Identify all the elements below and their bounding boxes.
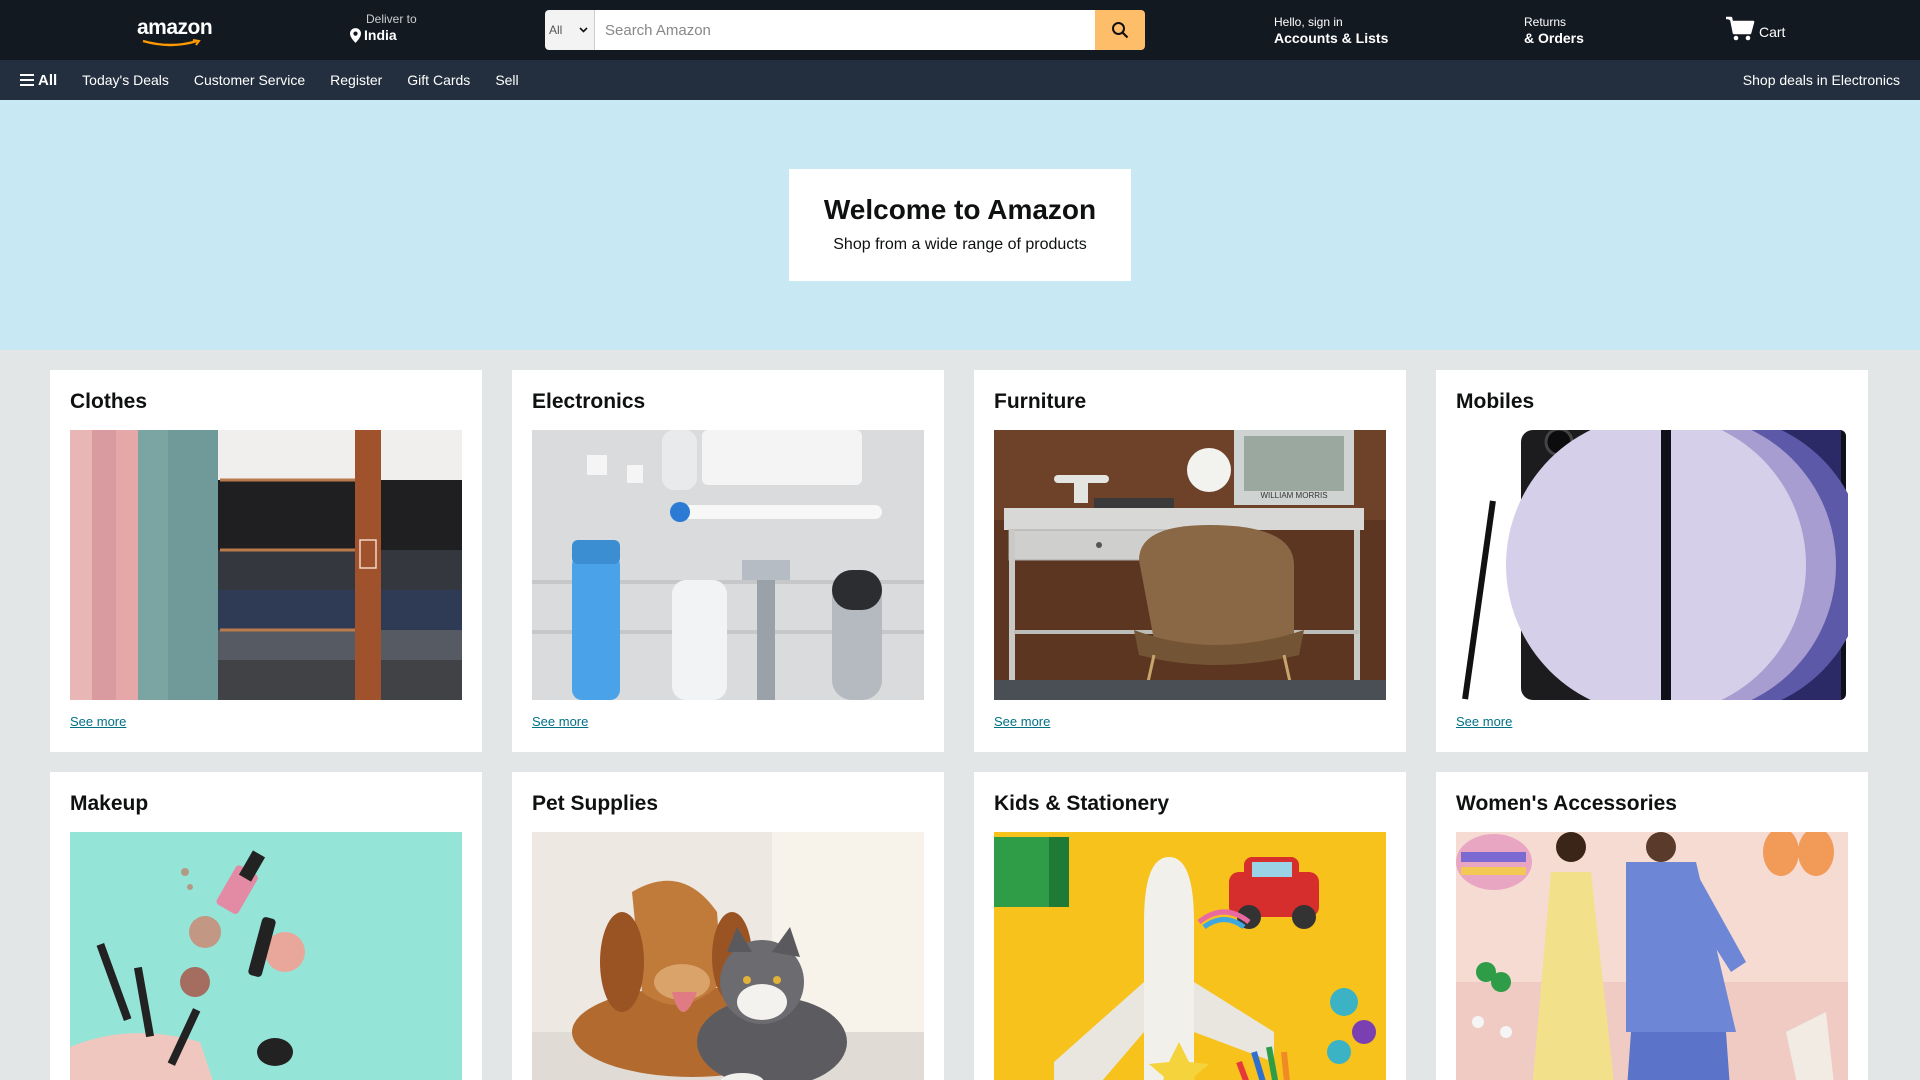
category-card-furniture: Furniture WILLIAM MORRIS See more [974,370,1406,752]
search-category-value: All [549,23,563,37]
search-input[interactable] [595,10,1095,50]
category-card-makeup: Makeup [50,772,482,1080]
card-title[interactable]: Electronics [532,390,924,414]
card-title[interactable]: Kids & Stationery [994,792,1386,816]
orders-label: & Orders [1524,30,1584,46]
hero-banner: Welcome to Amazon Shop from a wide range… [0,100,1920,350]
card-title[interactable]: Clothes [70,390,462,414]
card-title[interactable]: Mobiles [1456,390,1848,414]
category-card-womens-accessories: Women's Accessories [1436,772,1868,1080]
search-button[interactable] [1095,10,1145,50]
see-more-link[interactable]: See more [1456,714,1848,729]
card-title[interactable]: Pet Supplies [532,792,924,816]
category-card-kids-stationery: Kids & Stationery [974,772,1406,1080]
search-category-select[interactable]: All [545,10,595,50]
logo-smile-icon [142,39,201,47]
womens-accessories-image[interactable] [1456,832,1848,1080]
hero-title: Welcome to Amazon [823,194,1097,225]
all-menu-label: All [38,71,58,89]
deliver-to-label: Deliver to [366,12,417,26]
svg-text:WILLIAM MORRIS: WILLIAM MORRIS [1260,491,1327,500]
mobiles-image[interactable]: SAMSUNG [1456,430,1848,700]
pet-supplies-image[interactable] [532,832,924,1080]
nav-shop-deals-electronics[interactable]: Shop deals in Electronics [1743,72,1900,88]
hero-subtitle: Shop from a wide range of products [833,236,1087,253]
returns-label: Returns [1524,15,1567,29]
top-header: amazon Deliver to India All H [0,0,1920,60]
search-bar: All [545,10,1145,50]
account-greeting: Hello, sign in [1274,15,1343,29]
all-menu-button[interactable]: All [20,72,57,89]
electronics-image[interactable] [532,430,924,700]
cart-icon [1726,16,1755,41]
category-card-mobiles: Mobiles SAMSUNG See more [1436,370,1868,752]
see-more-link[interactable]: See more [994,714,1386,729]
nav-register[interactable]: Register [330,72,382,88]
sub-navigation: All Today's Deals Customer Service Regis… [0,60,1920,100]
cart-label: Cart [1759,24,1786,40]
card-title[interactable]: Women's Accessories [1456,792,1848,816]
search-icon [1112,22,1129,39]
see-more-link[interactable]: See more [70,714,462,729]
returns-orders[interactable]: Returns & Orders [1524,15,1584,47]
card-title[interactable]: Makeup [70,792,462,816]
nav-customer-service[interactable]: Customer Service [194,72,305,88]
category-card-clothes: Clothes See more [50,370,482,752]
card-title[interactable]: Furniture [994,390,1386,414]
account-lists[interactable]: Hello, sign in Accounts & Lists [1274,15,1388,47]
see-more-link[interactable]: See more [532,714,924,729]
hero-welcome-box: Welcome to Amazon Shop from a wide range… [789,169,1131,281]
furniture-image[interactable]: WILLIAM MORRIS [994,430,1386,700]
category-card-electronics: Electronics See more [512,370,944,752]
nav-sell[interactable]: Sell [495,72,518,88]
nav-todays-deals[interactable]: Today's Deals [82,72,169,88]
cart-button[interactable]: Cart [1725,16,1785,42]
nav-gift-cards[interactable]: Gift Cards [407,72,470,88]
logo-text: amazon [137,16,213,39]
makeup-image[interactable] [70,832,462,1080]
clothes-image[interactable] [70,430,462,700]
amazon-logo[interactable]: amazon [137,16,213,47]
deliver-to[interactable]: Deliver to India [350,12,417,44]
chevron-down-icon [579,27,588,33]
location-pin-icon [350,27,361,43]
deliver-location: India [364,27,397,43]
kids-stationery-image[interactable] [994,832,1386,1080]
category-card-pet-supplies: Pet Supplies [512,772,944,1080]
account-label: Accounts & Lists [1274,30,1389,46]
hamburger-menu-icon [20,74,34,86]
